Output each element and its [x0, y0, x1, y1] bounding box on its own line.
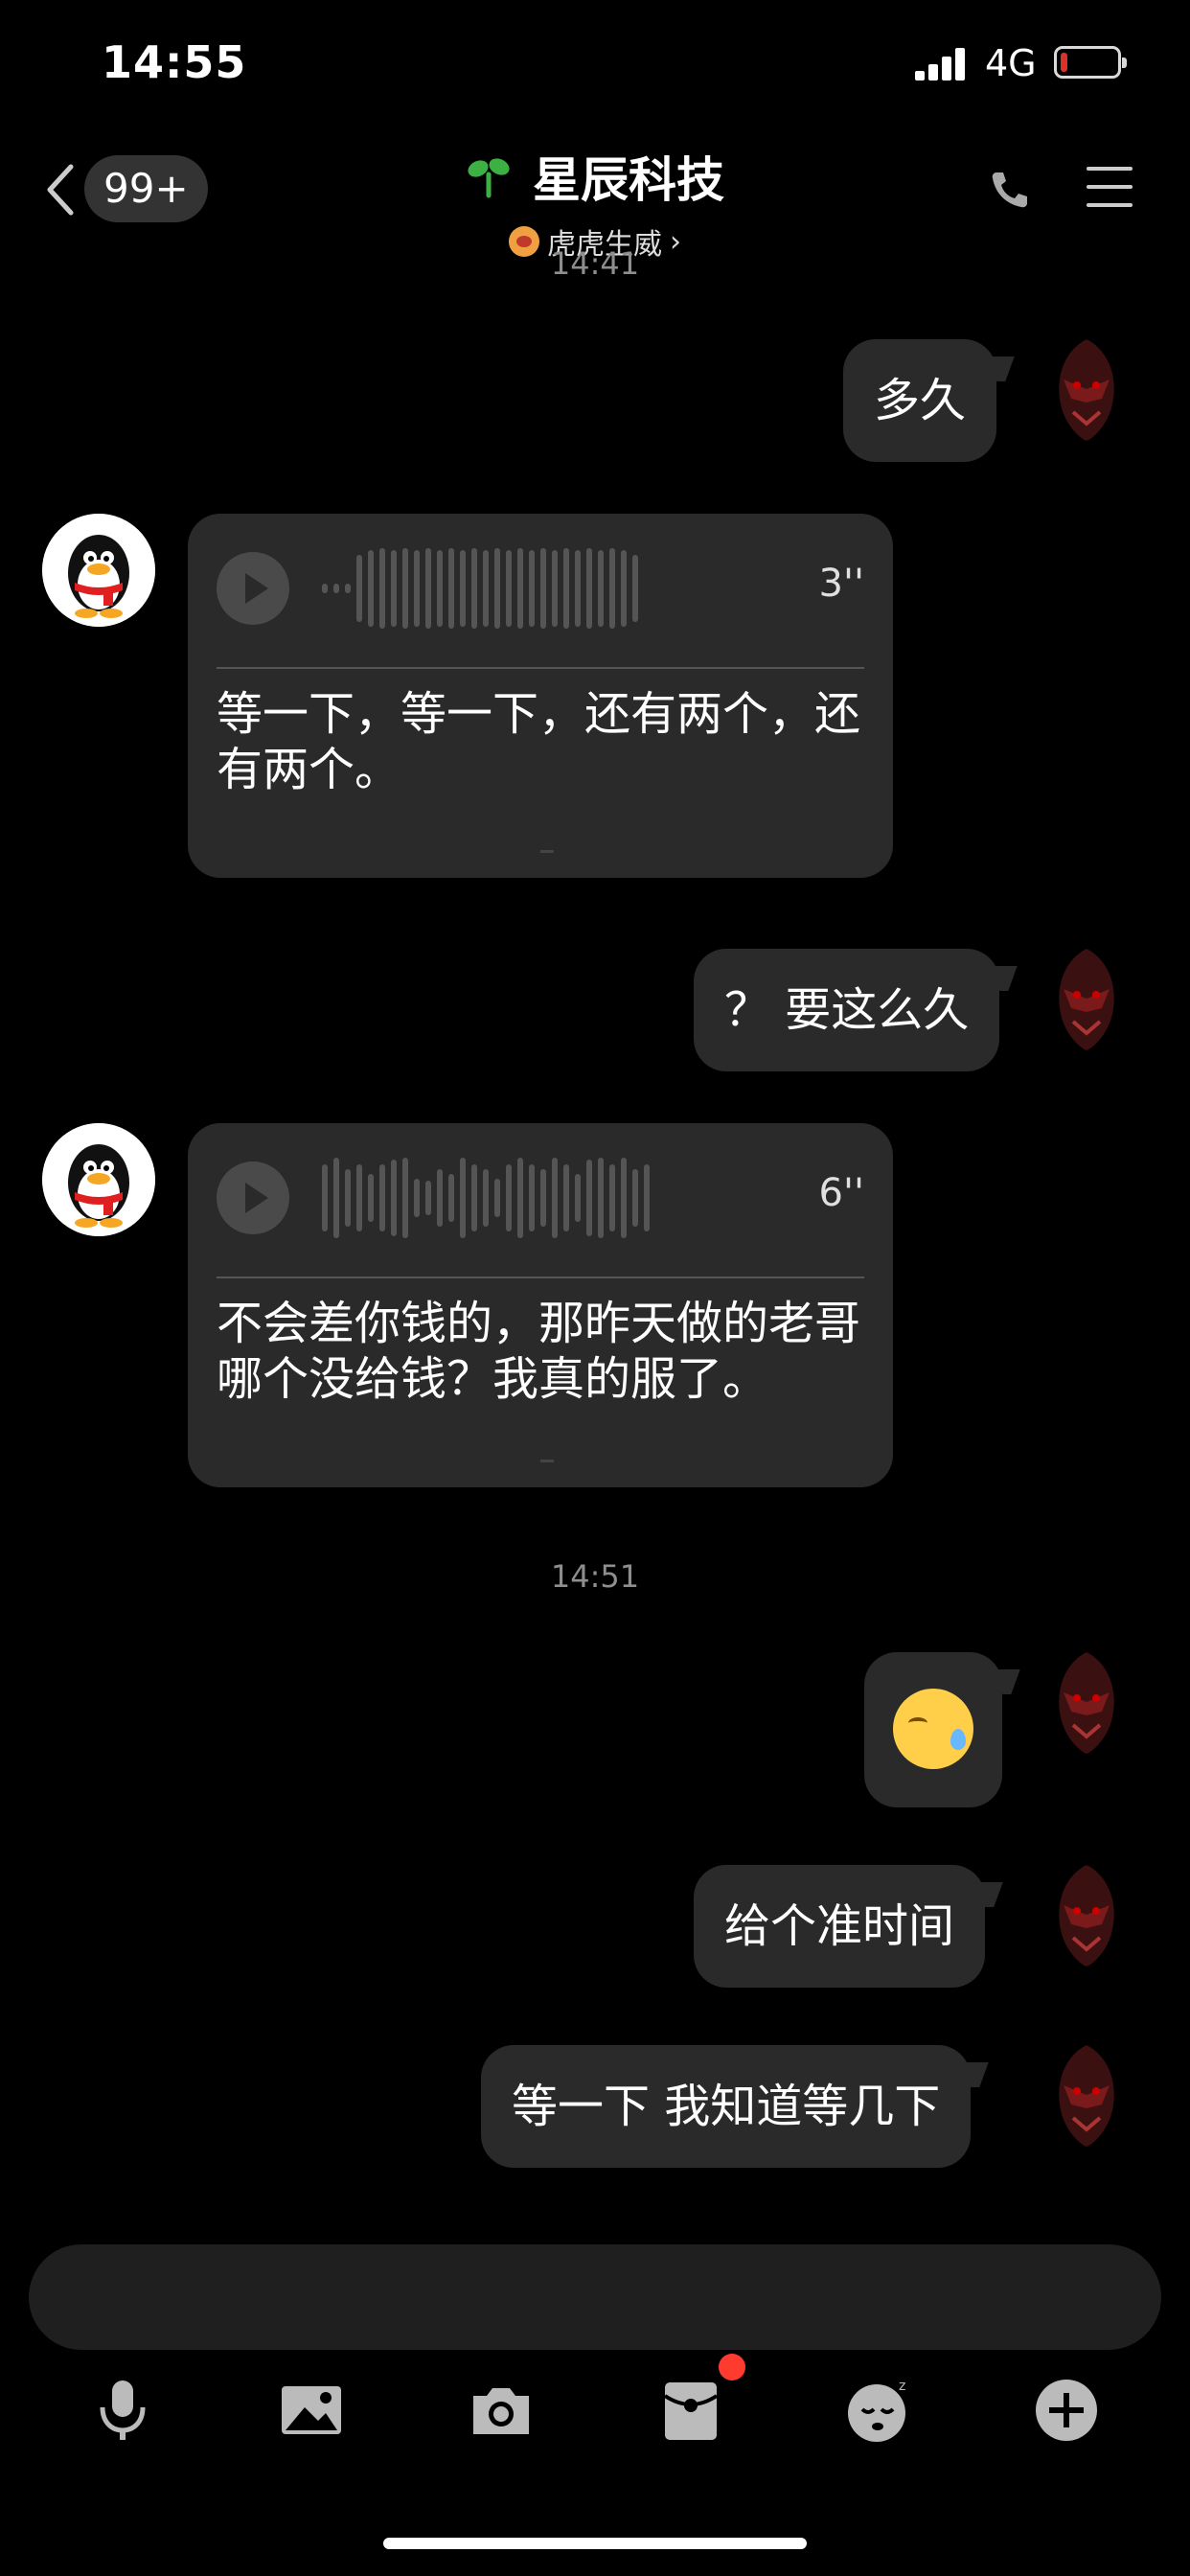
message-text: 多久	[874, 374, 967, 427]
my-avatar[interactable]	[1035, 1857, 1138, 1970]
image-icon[interactable]	[278, 2377, 345, 2444]
chat-title-text: 星辰科技	[533, 152, 724, 208]
message-bubble-out[interactable]: 给个准时间	[694, 1865, 1003, 1988]
message-bubble-out[interactable]: 等一下 我知道等几下	[481, 2045, 989, 2168]
sleepy-emoji-icon[interactable]: z	[845, 2377, 912, 2444]
contact-avatar[interactable]	[42, 1123, 155, 1236]
my-avatar[interactable]	[1035, 332, 1138, 445]
voice-message-bubble[interactable]: 6'' 不会差你钱的，那昨天做的老哥哪个没给钱？我真的服了。	[188, 1123, 893, 1487]
message-text: 等一下 我知道等几下	[512, 2080, 941, 2133]
play-icon[interactable]	[217, 1162, 289, 1234]
battery-icon	[1054, 46, 1127, 79]
cellular-signal-icon	[915, 48, 969, 80]
contact-avatar[interactable]	[42, 514, 155, 627]
sprout-icon	[468, 158, 510, 198]
voice-waveform	[322, 1156, 650, 1240]
microphone-icon[interactable]	[89, 2377, 156, 2444]
my-avatar[interactable]	[1035, 1644, 1138, 1758]
camera-icon[interactable]	[468, 2377, 535, 2444]
sweat-emoji-icon	[893, 1689, 973, 1769]
my-avatar[interactable]	[1035, 2037, 1138, 2150]
message-text: ？ 要这么久	[724, 983, 970, 1037]
voice-message-bubble[interactable]: 3'' 等一下，等一下，还有两个，还有两个。	[188, 514, 893, 878]
message-text: 给个准时间	[724, 1899, 955, 1953]
network-type: 4G	[985, 42, 1037, 84]
voice-transcript: 不会差你钱的，那昨天做的老哥哪个没给钱？我真的服了。	[217, 1297, 861, 1406]
phone-icon[interactable]	[989, 169, 1031, 211]
voice-duration: 3''	[818, 562, 864, 606]
red-packet-icon[interactable]	[657, 2377, 724, 2444]
plus-icon[interactable]	[1033, 2377, 1100, 2444]
message-input[interactable]	[29, 2244, 1161, 2350]
message-bubble-out[interactable]: 多久	[843, 339, 1015, 462]
play-icon[interactable]	[217, 552, 289, 625]
status-time: 14:55	[102, 36, 247, 88]
my-avatar[interactable]	[1035, 941, 1138, 1054]
chat-title: 星辰科技	[466, 142, 724, 211]
menu-icon[interactable]	[1087, 167, 1133, 207]
message-timestamp: 14:41	[550, 245, 640, 282]
voice-waveform	[322, 546, 638, 631]
notification-dot	[719, 2354, 745, 2380]
message-bubble-out[interactable]: ？ 要这么久	[694, 949, 1018, 1071]
sticker-message-bubble[interactable]	[864, 1652, 1020, 1807]
home-indicator[interactable]	[383, 2538, 807, 2549]
voice-transcript: 等一下，等一下，还有两个，还有两个。	[217, 687, 861, 796]
message-timestamp: 14:51	[550, 1558, 640, 1595]
voice-duration: 6''	[818, 1171, 864, 1215]
svg-text:z: z	[899, 2379, 905, 2394]
